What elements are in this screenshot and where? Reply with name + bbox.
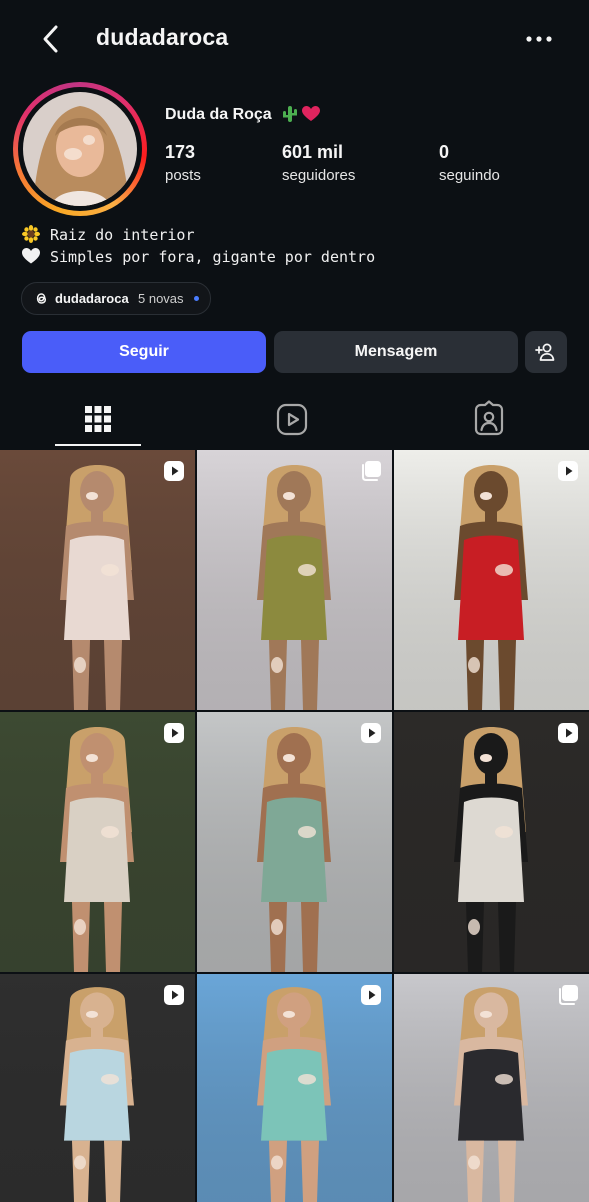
tab-grid[interactable] bbox=[78, 400, 118, 440]
following-count: 0 bbox=[439, 142, 450, 162]
avatar[interactable] bbox=[23, 92, 137, 206]
threads-new-count: 5 novas bbox=[138, 291, 184, 306]
display-name: Duda da Roça bbox=[165, 106, 272, 123]
red-heart-emoji-icon bbox=[302, 106, 320, 122]
carousel-badge-icon bbox=[557, 984, 579, 1006]
post-thumbnail[interactable] bbox=[0, 974, 195, 1202]
post-thumbnail[interactable] bbox=[197, 974, 392, 1202]
reels-icon bbox=[276, 403, 308, 436]
sunflower-emoji-icon bbox=[22, 225, 40, 243]
threads-handle: dudadaroca bbox=[55, 291, 129, 306]
reel-badge-icon bbox=[557, 722, 579, 744]
reel-badge-icon bbox=[163, 460, 185, 482]
more-horizontal-icon[interactable] bbox=[524, 26, 554, 52]
posts-grid bbox=[0, 450, 589, 1202]
posts-label: posts bbox=[165, 167, 201, 184]
tab-tagged[interactable] bbox=[469, 400, 509, 440]
post-thumbnail[interactable] bbox=[197, 712, 392, 972]
suggest-people-button[interactable] bbox=[525, 331, 567, 373]
white-heart-emoji-icon bbox=[22, 247, 40, 265]
posts-count: 173 bbox=[165, 142, 196, 162]
threads-link[interactable]: dudadaroca 5 novas bbox=[21, 282, 211, 315]
post-thumbnail[interactable] bbox=[0, 450, 195, 710]
posts-stat[interactable]: 173 posts bbox=[165, 142, 201, 184]
reel-badge-icon bbox=[360, 722, 382, 744]
post-thumbnail[interactable] bbox=[394, 712, 589, 972]
post-thumbnail[interactable] bbox=[197, 450, 392, 710]
message-button[interactable]: Mensagem bbox=[274, 331, 518, 373]
story-ring[interactable] bbox=[13, 82, 147, 216]
post-thumbnail[interactable] bbox=[0, 712, 195, 972]
reel-badge-icon bbox=[360, 984, 382, 1006]
bio-text-2: Simples por fora, gigante por dentro bbox=[50, 248, 376, 266]
followers-stat[interactable]: 601 mil seguidores bbox=[282, 142, 355, 184]
chevron-left-icon[interactable] bbox=[36, 22, 68, 56]
reel-badge-icon bbox=[557, 460, 579, 482]
bio-line-1: Raiz do interior bbox=[22, 225, 195, 244]
grid-icon bbox=[85, 406, 111, 432]
followers-count: 601 mil bbox=[282, 142, 344, 162]
carousel-badge-icon bbox=[360, 460, 382, 482]
cactus-emoji-icon bbox=[282, 104, 298, 124]
tagged-icon bbox=[474, 400, 504, 436]
post-thumbnail[interactable] bbox=[394, 450, 589, 710]
active-tab-indicator bbox=[55, 444, 141, 446]
tab-reels[interactable] bbox=[272, 400, 312, 440]
reel-badge-icon bbox=[163, 722, 185, 744]
bio-text-1: Raiz do interior bbox=[50, 226, 195, 244]
followers-label: seguidores bbox=[282, 167, 356, 184]
reel-badge-icon bbox=[163, 984, 185, 1006]
bio-line-2: Simples por fora, gigante por dentro bbox=[22, 247, 375, 266]
profile-username: dudadaroca bbox=[96, 24, 229, 50]
follow-button[interactable]: Seguir bbox=[22, 331, 266, 373]
top-bar: dudadaroca bbox=[0, 0, 589, 80]
following-stat[interactable]: 0 seguindo bbox=[439, 142, 500, 184]
post-thumbnail[interactable] bbox=[394, 974, 589, 1202]
threads-icon bbox=[34, 291, 49, 306]
add-person-icon bbox=[535, 343, 555, 361]
unread-dot bbox=[194, 296, 199, 301]
following-label: seguindo bbox=[439, 167, 500, 184]
